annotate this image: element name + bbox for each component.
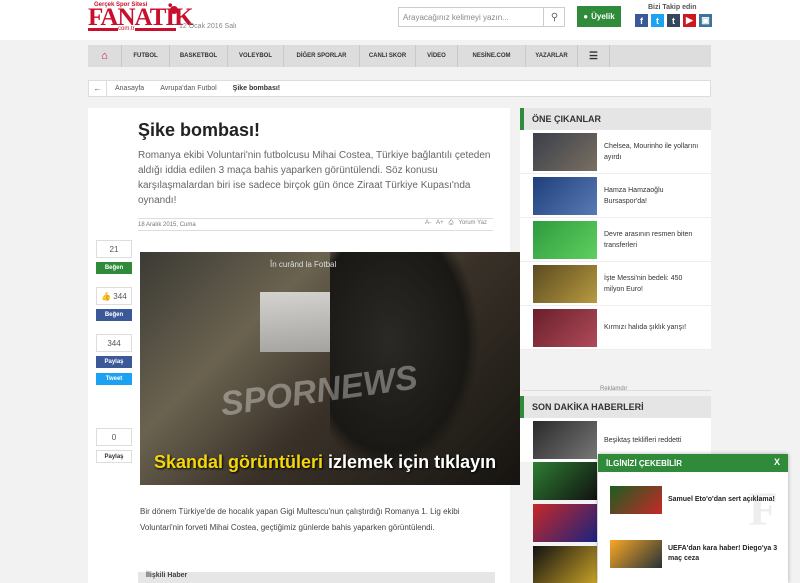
featured-thumb (533, 176, 597, 215)
article-image[interactable]: În curând la Fotbal SPORNEWS Skandal gör… (140, 252, 520, 485)
breaking-thumb[interactable] (533, 504, 597, 542)
popup-header: İLGİNİZİ ÇEKEBİLİR X (598, 454, 788, 472)
nav-item-video[interactable]: VİDEO (416, 45, 458, 67)
popup-item-title: Samuel Eto'o'dan sert açıklama! (668, 496, 775, 503)
site-header: Gerçek Spor Sitesi FANATİK com.tr 12 Oca… (0, 0, 800, 40)
comment-button[interactable]: Yorum Yaz (458, 220, 487, 227)
image-caption[interactable]: Skandal görüntüleri izlemek için tıklayı… (154, 452, 496, 473)
nav-item-diger-sporlar[interactable]: DİĞER SPORLAR (284, 45, 360, 67)
search-input[interactable] (398, 7, 565, 27)
featured-item-title: Hamza Hamzaoğlu Bursaspor'da! (604, 186, 664, 205)
related-news-header: İlişkili Haber (138, 572, 495, 583)
gplus-share-button[interactable]: Paylaş (96, 450, 132, 463)
image-caption-white: izlemek için tıklayın (328, 452, 497, 472)
back-arrow-icon[interactable]: ← (89, 81, 107, 96)
article-title: Şike bombası! (138, 120, 261, 140)
like-count: 👍 344 (96, 287, 132, 305)
nav-item-yazarlar[interactable]: YAZARLAR (526, 45, 578, 67)
fanatik-like-button[interactable]: Beğen (96, 262, 132, 274)
popup-thumb (610, 486, 662, 514)
facebook-share-label: Paylaş (104, 359, 124, 365)
breadcrumb-home[interactable]: Anasayfa (107, 85, 152, 92)
logo-sub: com.tr (118, 26, 135, 32)
membership-label: Üyelik (591, 12, 615, 21)
featured-thumb (533, 220, 597, 259)
nav-item-voleybol[interactable]: VOLEYBOL (228, 45, 284, 67)
right-sidebar: ÖNE ÇIKANLAR Chelsea, Mourinho ile yolla… (520, 108, 711, 350)
facebook-icon[interactable]: f (635, 14, 648, 27)
article-meta: 18 Aralık 2015, Cuma A- A+ ⎙ Yorum Yaz (138, 218, 493, 231)
nav-item-canli-skor[interactable]: CANLI SKOR (360, 45, 416, 67)
featured-item-title: Devre arasının resmen biten transferleri (604, 230, 693, 249)
membership-button[interactable]: ● Üyelik (577, 6, 621, 27)
facebook-share-button[interactable]: Paylaş (96, 356, 132, 368)
breaking-title: SON DAKİKA HABERLERİ (520, 396, 711, 418)
tweet-button[interactable]: Tweet (96, 373, 132, 385)
fanatik-like-label: Beğen (104, 265, 124, 271)
image-screen (260, 292, 330, 352)
nav-item-basketbol[interactable]: BASKETBOL (170, 45, 228, 67)
featured-item-title: Kırmızı halıda şıklık yarışı! (604, 324, 687, 331)
featured-item[interactable]: Kırmızı halıda şıklık yarışı! (520, 306, 711, 350)
breadcrumb-category[interactable]: Avrupa'dan Futbol (152, 85, 224, 92)
popup-item[interactable]: Samuel Eto'o'dan sert açıklama! (610, 486, 778, 514)
popup-thumb (610, 540, 662, 568)
font-increase-button[interactable]: A+ (436, 220, 444, 227)
follow-label: Bizi Takip edin (648, 4, 697, 11)
tumblr-icon[interactable]: t (667, 14, 680, 27)
facebook-like-label: Beğen (104, 312, 124, 318)
breaking-item-title: Beşiktaş teklifleri reddetti (604, 436, 682, 444)
tweet-label: Tweet (105, 376, 123, 382)
featured-item-title: İşte Messi'nin bedeli: 450 milyon Euro! (604, 274, 683, 293)
share-count: 344 (96, 334, 132, 352)
gplus-count: 0 (96, 428, 132, 446)
featured-item[interactable]: Hamza Hamzaoğlu Bursaspor'da! (520, 174, 711, 218)
user-icon: ● (583, 12, 589, 21)
like-count-value: 344 (113, 291, 127, 301)
menu-icon[interactable]: ☰ (578, 45, 610, 67)
facebook-like-button[interactable]: Beğen (96, 309, 132, 321)
popup-item[interactable]: UEFA'dan kara haber! Diego'ya 3 maç ceza (610, 540, 778, 568)
featured-item[interactable]: İşte Messi'nin bedeli: 450 milyon Euro! (520, 262, 711, 306)
popup-item-title: UEFA'dan kara haber! Diego'ya 3 maç ceza (668, 545, 778, 562)
breaking-thumb[interactable] (533, 462, 597, 500)
gplus-share-label: Paylaş (104, 453, 124, 460)
featured-thumb (533, 264, 597, 303)
article: Şike bombası! Romanya ekibi Voluntari'ni… (88, 108, 520, 583)
article-date: 18 Aralık 2015, Cuma (138, 221, 196, 228)
instagram-icon[interactable]: ▣ (699, 14, 712, 27)
recommend-popup: İLGİNİZİ ÇEKEBİLİR X F Samuel Eto'o'dan … (598, 454, 788, 583)
featured-title: ÖNE ÇIKANLAR (520, 108, 711, 130)
print-icon[interactable]: ⎙ (449, 220, 454, 227)
twitter-icon[interactable]: t (651, 14, 664, 27)
image-topnote: În curând la Fotbal (270, 260, 337, 269)
home-icon[interactable]: ⌂ (88, 45, 122, 67)
search-icon[interactable]: ⚲ (543, 7, 565, 27)
featured-thumb (533, 132, 597, 171)
featured-item[interactable]: Chelsea, Mourinho ile yollarını ayırdı (520, 130, 711, 174)
article-body: Bir dönem Türkiye'de de hocalık yapan Gi… (140, 507, 460, 532)
youtube-icon[interactable]: ▶ (683, 14, 696, 27)
breadcrumb: ← Anasayfa Avrupa'dan Futbol Şike bombas… (88, 80, 711, 97)
nav-item-futbol[interactable]: FUTBOL (122, 45, 170, 67)
flag-icon (170, 6, 178, 14)
close-icon[interactable]: X (774, 457, 780, 467)
share-bar: 21 Beğen 👍 344 Beğen 344 Paylaş Tweet 0 P… (96, 240, 134, 463)
featured-item[interactable]: Devre arasının resmen biten transferleri (520, 218, 711, 262)
current-date: 12 Ocak 2016 Salı (179, 23, 237, 30)
breadcrumb-current: Şike bombası! (232, 85, 281, 92)
featured-item-title: Chelsea, Mourinho ile yollarını ayırdı (604, 142, 699, 161)
popup-title: İLGİNİZİ ÇEKEBİLİR (606, 458, 682, 468)
font-decrease-button[interactable]: A- (425, 220, 431, 227)
article-lead: Romanya ekibi Voluntari'nin futbolcusu M… (138, 150, 491, 206)
breaking-thumb (533, 421, 597, 459)
breaking-thumb[interactable] (533, 546, 597, 583)
nav-item-nesine[interactable]: NESİNE.COM (458, 45, 526, 67)
main-nav: ⌂ FUTBOL BASKETBOL VOLEYBOL DİĞER SPORLA… (88, 45, 711, 67)
featured-thumb (533, 308, 597, 347)
fb-count: 21 (96, 240, 132, 258)
image-caption-yellow: Skandal görüntüleri (154, 452, 324, 472)
ad-label: Reklamdır (600, 386, 628, 392)
